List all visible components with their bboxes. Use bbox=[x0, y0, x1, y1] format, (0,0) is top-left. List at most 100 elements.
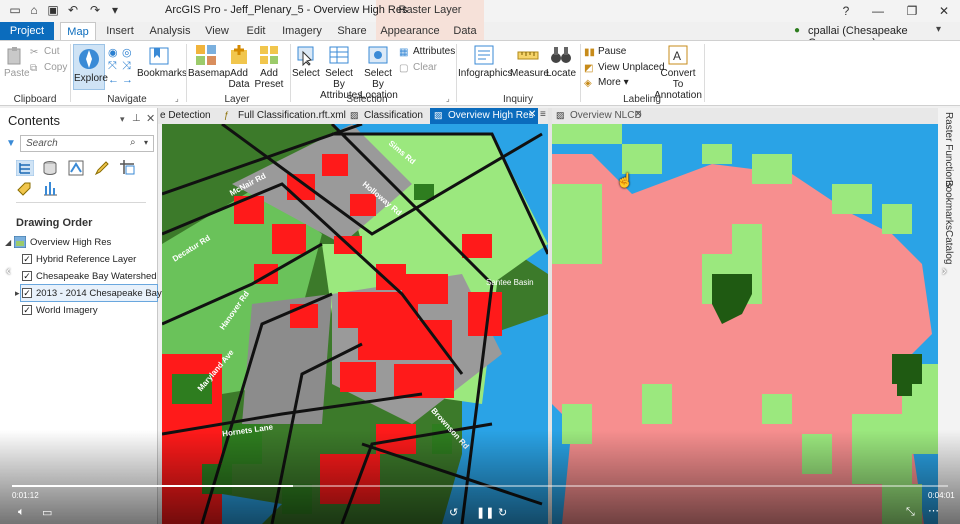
attributes-button[interactable]: ▦ Attributes bbox=[399, 46, 455, 58]
list-by-labeling-icon[interactable] bbox=[16, 180, 32, 196]
tab-insert[interactable]: Insert bbox=[102, 22, 138, 40]
raster-functions-panel-tab[interactable]: Raster Functions bbox=[943, 112, 954, 188]
convert-to-annotation-button[interactable]: A Convert To Annotation bbox=[654, 44, 702, 101]
list-by-selection-icon[interactable] bbox=[68, 160, 84, 176]
pause-icon[interactable]: ❚❚ bbox=[476, 506, 494, 519]
view-unplaced-button[interactable]: ◩ View Unplaced bbox=[584, 62, 665, 74]
tab-view[interactable]: View bbox=[200, 22, 234, 40]
customize-quick-access-icon[interactable]: ▾ bbox=[108, 3, 122, 17]
filter-icon[interactable]: ▼ bbox=[6, 138, 16, 149]
select-by-attributes-button[interactable]: Select By Attributes bbox=[320, 44, 362, 101]
catalog-panel-tab[interactable]: Catalog bbox=[943, 230, 954, 264]
tab-appearance[interactable]: Appearance bbox=[380, 22, 440, 40]
collapse-map-icon[interactable]: ◢ bbox=[5, 238, 11, 247]
list-by-editing-icon[interactable] bbox=[94, 160, 110, 176]
divider bbox=[186, 44, 187, 102]
basemap-button[interactable]: Basemap bbox=[188, 44, 230, 79]
search-icon[interactable]: ⌕ bbox=[130, 137, 136, 148]
select-by-location-button[interactable]: Select By Location bbox=[360, 44, 398, 101]
add-data-button[interactable]: Add Data bbox=[226, 44, 252, 90]
tab-data[interactable]: Data bbox=[446, 22, 484, 40]
layer-world-imagery[interactable]: World Imagery bbox=[36, 305, 98, 316]
binoculars-icon bbox=[551, 47, 571, 63]
copy-button[interactable]: ⧉ Copy bbox=[30, 62, 67, 74]
paste-button[interactable]: Paste bbox=[4, 46, 30, 79]
zoom-in-fixed-icon[interactable]: ⤧ bbox=[108, 60, 117, 73]
measure-button[interactable]: Measure bbox=[510, 44, 549, 79]
tab-imagery[interactable]: Imagery bbox=[280, 22, 324, 40]
zoom-out-fixed-icon[interactable]: ⤨ bbox=[122, 60, 131, 73]
locate-label: Locate bbox=[546, 68, 577, 79]
infographics-button[interactable]: Infographics bbox=[458, 44, 512, 79]
volume-icon[interactable]: 🔈︎ bbox=[18, 506, 25, 519]
tab-edit[interactable]: Edit bbox=[240, 22, 272, 40]
close-tab-icon[interactable]: ✕ bbox=[634, 109, 642, 120]
layer-hybrid-reference[interactable]: Hybrid Reference Layer bbox=[36, 254, 136, 265]
expand-layer-icon[interactable]: ▸ bbox=[15, 288, 20, 299]
search-options-icon[interactable]: ▾ bbox=[144, 138, 148, 147]
zoom-full-extent-icon[interactable]: ◉ bbox=[108, 46, 118, 59]
list-by-charts-icon[interactable] bbox=[42, 180, 58, 196]
navigate-dialog-launcher-icon[interactable]: ⌟ bbox=[175, 94, 179, 103]
zoom-fixed-icon[interactable]: ◎ bbox=[122, 46, 132, 59]
minimize-button[interactable]: — bbox=[868, 3, 888, 19]
next-extent-icon[interactable]: → bbox=[122, 74, 133, 86]
pin-icon[interactable]: ⊥ bbox=[132, 113, 141, 124]
fast-forward-icon[interactable]: ↻ bbox=[498, 506, 507, 519]
close-pane-icon[interactable]: ✕ bbox=[146, 112, 155, 125]
map-name[interactable]: Overview High Res bbox=[30, 237, 111, 248]
cut-button[interactable]: ✂ Cut bbox=[30, 46, 60, 58]
save-icon[interactable]: ▣ bbox=[46, 3, 60, 17]
list-by-drawing-order-icon[interactable] bbox=[16, 160, 34, 176]
captions-icon[interactable]: ▭ bbox=[42, 506, 52, 519]
pane-options-icon[interactable]: ▾ bbox=[120, 114, 125, 125]
bookmarks-button[interactable]: Bookmarks bbox=[137, 46, 187, 79]
doc-tab-full-classification[interactable]: Full Classification.rft.xml bbox=[238, 108, 346, 124]
list-by-source-icon[interactable] bbox=[42, 160, 58, 176]
chevron-right-icon[interactable]: › bbox=[942, 262, 947, 278]
previous-extent-icon[interactable]: ← bbox=[108, 74, 119, 86]
selection-dialog-launcher-icon[interactable]: ⌟ bbox=[446, 94, 450, 103]
chevron-left-icon[interactable]: ‹ bbox=[6, 262, 11, 278]
more-labeling-button[interactable]: ◈ More ▾ bbox=[584, 77, 629, 89]
help-button[interactable]: ? bbox=[836, 3, 856, 19]
ribbon-options-icon[interactable]: ▾ bbox=[936, 24, 941, 35]
doc-tab-classification[interactable]: Classification bbox=[364, 108, 428, 124]
pause-labeling-button[interactable]: ▮▮ Pause bbox=[584, 46, 626, 58]
new-project-icon[interactable]: ▭ bbox=[8, 3, 22, 17]
open-folder-icon[interactable]: ⌂ bbox=[27, 3, 41, 17]
doc-tab-overview-high-res[interactable]: Overview High Res bbox=[430, 108, 538, 124]
layer-visibility-checkbox[interactable]: ✓ bbox=[22, 254, 32, 264]
close-tab-icon[interactable]: ✕ bbox=[528, 109, 536, 120]
list-by-snapping-icon[interactable] bbox=[118, 158, 136, 176]
layer-visibility-checkbox[interactable]: ✓ bbox=[22, 271, 32, 281]
tab-map[interactable]: Map bbox=[60, 22, 96, 40]
tab-share[interactable]: Share bbox=[332, 22, 372, 40]
doc-tab-overview-nlcd[interactable]: Overview NLCD bbox=[570, 108, 642, 124]
layer-land-cover[interactable]: 2013 - 2014 Chesapeake Bay Lan bbox=[36, 288, 180, 299]
tab-project[interactable]: Project bbox=[0, 22, 54, 40]
restore-button[interactable]: ❐ bbox=[902, 3, 922, 19]
add-preset-button[interactable]: Add Preset bbox=[254, 44, 284, 90]
map-tab-icon: ▨ bbox=[350, 110, 359, 120]
drawing-order-heading: Drawing Order bbox=[16, 217, 93, 229]
explore-button[interactable]: Explore bbox=[73, 44, 108, 90]
redo-icon[interactable]: ↷ bbox=[88, 3, 102, 17]
close-button[interactable]: ✕ bbox=[934, 3, 954, 19]
bookmarks-icon bbox=[149, 47, 169, 65]
more-options-icon[interactable]: ⋯ bbox=[928, 504, 939, 517]
doc-tab-change-detection[interactable]: e Detection bbox=[160, 108, 216, 124]
rewind-icon[interactable]: ↺ bbox=[449, 506, 458, 519]
layer-visibility-checkbox[interactable]: ✓ bbox=[22, 305, 32, 315]
layer-visibility-checkbox[interactable]: ✓ bbox=[22, 288, 32, 298]
tab-list-icon[interactable]: ≡ bbox=[540, 109, 546, 120]
bookmarks-panel-tab[interactable]: Bookmarks bbox=[943, 180, 954, 230]
exit-fullscreen-icon[interactable]: ⤡ bbox=[906, 506, 915, 519]
select-button[interactable]: Select bbox=[292, 44, 320, 79]
clear-selection-button[interactable]: ▢ Clear bbox=[399, 62, 437, 74]
infographics-icon bbox=[474, 45, 494, 65]
locate-button[interactable]: Locate bbox=[546, 44, 576, 79]
tab-analysis[interactable]: Analysis bbox=[146, 22, 194, 40]
layer-chesapeake-watershed[interactable]: Chesapeake Bay Watershed bbox=[36, 271, 157, 282]
undo-icon[interactable]: ↶ bbox=[66, 3, 80, 17]
